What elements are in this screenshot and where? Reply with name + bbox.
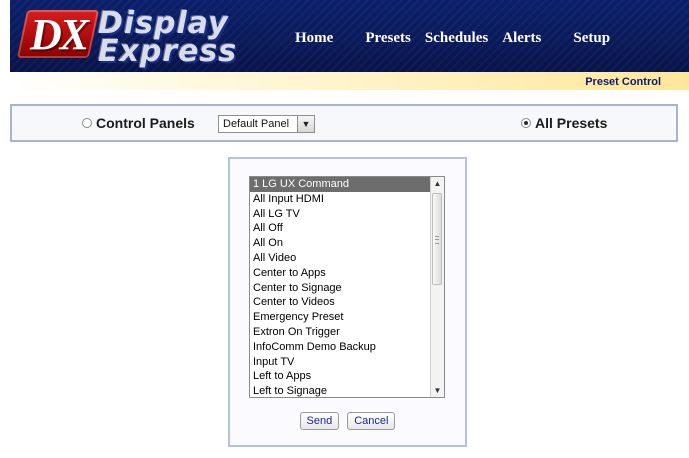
preset-listbox[interactable]: 1 LG UX Command All Input HDMI All LG TV Al… <box>249 176 445 398</box>
nav-setup[interactable]: Setup <box>573 30 610 52</box>
preset-list-item[interactable]: All Off <box>250 221 430 236</box>
all-presets-option[interactable]: All Presets <box>521 115 607 131</box>
scrollbar-thumb[interactable] <box>432 193 442 285</box>
nav-alerts[interactable]: Alerts <box>502 30 541 52</box>
triangle-down-icon[interactable]: ▼ <box>431 384 444 397</box>
preset-list-item[interactable]: Emergency Preset <box>250 310 430 325</box>
send-button[interactable]: Send <box>299 412 340 430</box>
page-title: Preset Control <box>585 76 661 88</box>
triangle-up-icon[interactable]: ▲ <box>431 177 444 190</box>
nav-presets[interactable]: Presets <box>365 30 411 52</box>
preset-list-scrollbar[interactable]: ▲ ▼ <box>430 177 444 397</box>
scrollbar-grip-icon <box>435 236 439 244</box>
cancel-button[interactable]: Cancel <box>347 412 396 430</box>
app-header: DX Display Express Home Presets Schedule… <box>10 0 689 72</box>
main-nav: Home Presets Schedules Alerts Setup <box>295 30 610 52</box>
preset-list-item[interactable]: All Video <box>250 251 430 266</box>
all-presets-radio[interactable] <box>521 118 531 128</box>
preset-list-item[interactable]: Input TV <box>250 355 430 370</box>
dx-logo-text: DX <box>30 10 89 59</box>
nav-schedules[interactable]: Schedules <box>425 30 488 52</box>
chevron-down-icon[interactable]: ▼ <box>297 116 314 132</box>
preset-selector-box: 1 LG UX Command All Input HDMI All LG TV Al… <box>228 157 467 447</box>
preset-list-item[interactable]: All LG TV <box>250 207 430 222</box>
nav-home[interactable]: Home <box>295 30 333 52</box>
control-panels-label: Control Panels <box>96 115 195 131</box>
control-panels-option[interactable]: Control Panels <box>82 115 195 131</box>
preset-list-item[interactable]: Extron On Trigger <box>250 325 430 340</box>
preset-list-item[interactable]: 1 LG UX Command <box>250 177 430 192</box>
preset-list-item[interactable]: Left to Signage <box>250 384 430 397</box>
display-express-logo[interactable]: DX Display Express <box>10 0 270 72</box>
preset-list-item[interactable]: Center to Apps <box>250 266 430 281</box>
panel-select[interactable]: Default Panel ▼ <box>218 115 315 133</box>
preset-list-item[interactable]: InfoComm Demo Backup <box>250 340 430 355</box>
panel-select-value: Default Panel <box>223 118 290 130</box>
preset-list-item[interactable]: All On <box>250 236 430 251</box>
preset-list-item[interactable]: Center to Signage <box>250 281 430 296</box>
control-panels-radio[interactable] <box>82 118 92 128</box>
preset-actions: Send Cancel <box>230 412 465 430</box>
preset-list-item[interactable]: All Input HDMI <box>250 192 430 207</box>
brand-line-2: Express <box>98 34 238 69</box>
preset-list-items: 1 LG UX Command All Input HDMI All LG TV Al… <box>250 177 430 397</box>
preset-list-item[interactable]: Left to Apps <box>250 369 430 384</box>
all-presets-label: All Presets <box>535 115 608 131</box>
preset-mode-bar: Control Panels Default Panel ▼ All Prese… <box>10 104 678 142</box>
preset-list-item[interactable]: Center to Videos <box>250 295 430 310</box>
